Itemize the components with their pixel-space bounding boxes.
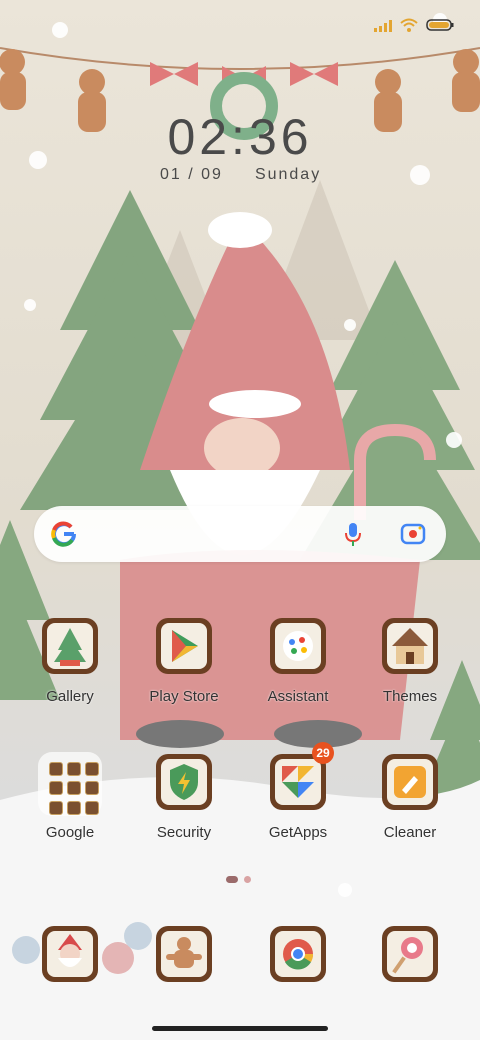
page-dot-active <box>226 876 238 883</box>
play-store-icon <box>154 616 214 676</box>
app-label: Assistant <box>267 688 329 705</box>
google-g-icon <box>50 520 78 548</box>
app-label: Google <box>45 824 95 841</box>
folder-mini-icon <box>49 800 63 815</box>
folder-mini-icon <box>67 762 81 776</box>
app-label: Security <box>156 824 212 841</box>
folder-mini-icon <box>67 781 81 796</box>
folder-mini-icon <box>67 800 81 815</box>
app-play-store[interactable]: Play Store <box>134 616 234 726</box>
wifi-icon <box>400 18 418 37</box>
dock-messages[interactable] <box>134 924 234 1034</box>
app-label: Gallery <box>46 688 94 705</box>
lollipop-camera-icon <box>380 924 440 984</box>
santa-phone-icon <box>40 924 100 984</box>
app-label: GetApps <box>268 824 328 841</box>
app-label: Cleaner <box>383 824 437 841</box>
app-security[interactable]: Security <box>134 752 234 862</box>
notification-badge: 29 <box>312 742 334 764</box>
battery-icon <box>426 18 454 37</box>
dock-phone[interactable] <box>20 924 120 1034</box>
page-dot <box>244 876 251 883</box>
status-icons <box>374 18 454 37</box>
app-getapps[interactable]: 29 GetApps <box>248 742 348 862</box>
lens-camera-icon[interactable] <box>400 521 426 547</box>
app-assistant[interactable]: Assistant <box>248 616 348 726</box>
folder-mini-icon <box>85 781 99 796</box>
app-gallery[interactable]: Gallery <box>20 616 120 726</box>
themes-house-icon <box>380 616 440 676</box>
chrome-icon <box>268 924 328 984</box>
clock-date: 01 / 09 <box>160 166 223 183</box>
gallery-tree-icon <box>40 616 100 676</box>
microphone-icon[interactable] <box>340 521 366 547</box>
app-google-folder[interactable]: Google <box>20 752 120 862</box>
clock-weekday: Sunday <box>254 166 322 183</box>
google-folder-icon <box>38 752 102 816</box>
dock-camera[interactable] <box>360 924 460 1034</box>
cleaner-brush-icon <box>380 752 440 812</box>
folder-mini-icon <box>85 800 99 815</box>
dock-chrome[interactable] <box>248 924 348 1034</box>
gingerbread-messages-icon <box>154 924 214 984</box>
folder-mini-icon <box>49 762 63 776</box>
app-label: Play Store <box>149 688 219 705</box>
page-indicator[interactable] <box>226 876 251 883</box>
google-search-bar[interactable] <box>34 506 446 562</box>
home-indicator-bar[interactable] <box>152 1026 328 1031</box>
assistant-icon <box>268 616 328 676</box>
clock-time[interactable]: 02:36 <box>0 108 480 166</box>
folder-mini-icon <box>49 781 63 796</box>
app-cleaner[interactable]: Cleaner <box>360 752 460 862</box>
signal-icon <box>374 19 392 37</box>
status-bar <box>0 0 480 50</box>
clock-date-row: 01 / 09 Sunday <box>160 166 321 184</box>
app-label: Themes <box>382 688 438 705</box>
folder-mini-icon <box>85 762 99 776</box>
app-themes[interactable]: Themes <box>360 616 460 726</box>
security-shield-icon <box>154 752 214 812</box>
